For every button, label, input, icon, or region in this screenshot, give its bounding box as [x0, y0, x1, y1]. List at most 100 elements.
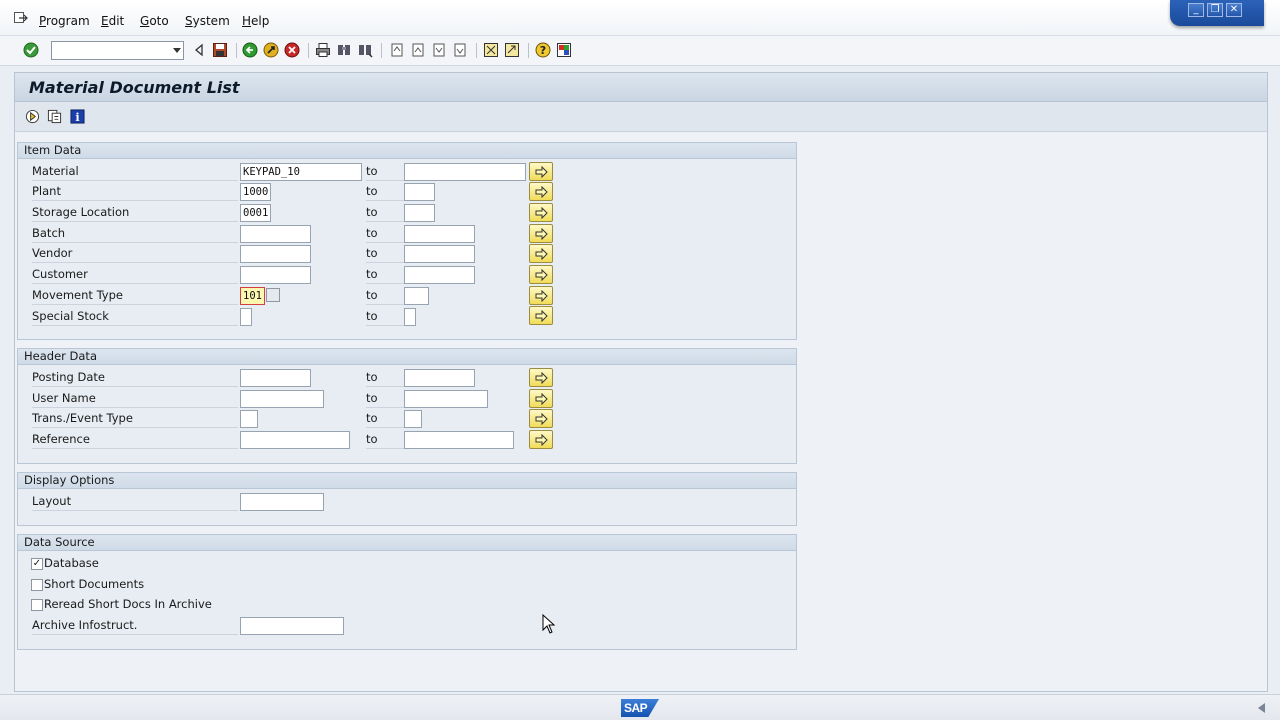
sap-logo: SAP [621, 699, 659, 717]
first-page-icon[interactable] [389, 42, 405, 58]
arrow-right-icon [535, 186, 548, 198]
customize-layout-icon[interactable] [556, 42, 572, 58]
posting-date-from-input[interactable] [240, 369, 311, 387]
short-documents-checkbox[interactable] [31, 579, 43, 591]
plant-from-input[interactable]: 1000 [240, 183, 271, 201]
back-icon[interactable] [242, 42, 258, 58]
trans-event-type-to-input[interactable] [404, 410, 422, 428]
material-to-input[interactable] [404, 163, 526, 181]
shortcut-icon[interactable] [504, 42, 520, 58]
multiple-selection-button[interactable] [529, 224, 553, 243]
minimize-button[interactable]: _ [1188, 3, 1204, 17]
multiple-selection-button[interactable] [529, 244, 553, 263]
multiple-selection-button[interactable] [529, 265, 553, 284]
status-bar: SAP [0, 694, 1280, 720]
storage-location-label: Storage Location [32, 204, 238, 222]
archive-infostruct-input[interactable] [240, 617, 344, 635]
page-title: Material Document List [29, 78, 240, 97]
status-expand-icon[interactable] [1258, 703, 1265, 713]
menu-goto[interactable]: Goto [140, 14, 169, 28]
storage-location-from-input[interactable]: 0001 [240, 204, 271, 222]
menu-system[interactable]: System [185, 14, 230, 28]
menu-icon[interactable] [14, 12, 28, 24]
menu-bar: Program Edit Goto System Help _ ❐ ✕ [0, 0, 1280, 36]
last-page-icon[interactable] [452, 42, 468, 58]
movement-type-from-input[interactable]: 101 [240, 287, 265, 305]
multiple-selection-button[interactable] [529, 368, 553, 387]
arrow-right-icon [535, 393, 548, 405]
user-name-from-input[interactable] [240, 390, 324, 408]
restore-button[interactable]: ❐ [1207, 3, 1223, 17]
multiple-selection-button[interactable] [529, 162, 553, 181]
customer-from-input[interactable] [240, 266, 311, 284]
toolbar-separator [236, 43, 237, 58]
close-button[interactable]: ✕ [1226, 3, 1242, 17]
material-from-input[interactable]: KEYPAD_10 [240, 163, 362, 181]
multiple-selection-button[interactable] [529, 286, 553, 305]
multiple-selection-button[interactable] [529, 409, 553, 428]
save-icon[interactable] [212, 42, 228, 58]
svg-text:?: ? [540, 44, 546, 57]
to-label: to [366, 431, 404, 449]
layout-input[interactable] [240, 493, 324, 511]
reference-from-input[interactable] [240, 431, 350, 449]
batch-label: Batch [32, 225, 238, 243]
value-help-icon[interactable] [266, 288, 280, 302]
database-checkbox[interactable]: ✓ [31, 558, 43, 570]
vendor-label: Vendor [32, 245, 238, 263]
movement-type-label: Movement Type [32, 287, 238, 305]
chevron-down-icon[interactable] [173, 48, 181, 53]
special-stock-to-input[interactable] [404, 308, 416, 326]
customer-to-input[interactable] [404, 266, 475, 284]
multiple-selection-button[interactable] [529, 389, 553, 408]
batch-to-input[interactable] [404, 225, 475, 243]
to-label: to [366, 308, 404, 326]
to-label: to [366, 369, 404, 387]
special-stock-from-input[interactable] [240, 308, 252, 326]
menu-edit[interactable]: Edit [101, 14, 124, 28]
multiple-selection-button[interactable] [529, 182, 553, 201]
multiple-selection-button[interactable] [529, 306, 553, 325]
movement-type-to-input[interactable] [404, 287, 429, 305]
multiple-selection-button[interactable] [529, 203, 553, 222]
posting-date-to-input[interactable] [404, 369, 475, 387]
command-field[interactable] [51, 41, 184, 60]
cancel-icon[interactable] [284, 42, 300, 58]
to-label: to [366, 245, 404, 263]
create-session-icon[interactable] [483, 42, 499, 58]
print-icon[interactable] [315, 42, 331, 58]
get-variant-icon[interactable] [47, 109, 62, 124]
next-page-icon[interactable] [431, 42, 447, 58]
vendor-from-input[interactable] [240, 245, 311, 263]
enter-checkmark-icon[interactable] [23, 42, 39, 58]
reread-archive-label: Reread Short Docs In Archive [44, 597, 212, 611]
menu-program[interactable]: Program [39, 14, 90, 28]
plant-label: Plant [32, 183, 238, 201]
to-label: to [366, 183, 404, 201]
user-name-to-input[interactable] [404, 390, 488, 408]
plant-to-input[interactable] [404, 183, 435, 201]
previous-page-icon[interactable] [410, 42, 426, 58]
reference-to-input[interactable] [404, 431, 514, 449]
find-icon[interactable] [336, 42, 352, 58]
info-icon[interactable]: i [70, 109, 85, 124]
help-icon[interactable]: ? [535, 42, 551, 58]
arrow-right-icon [535, 207, 548, 219]
to-label: to [366, 410, 404, 428]
batch-from-input[interactable] [240, 225, 311, 243]
arrow-right-icon [535, 228, 548, 240]
exit-icon[interactable] [263, 42, 279, 58]
find-next-icon[interactable] [357, 42, 373, 58]
vendor-to-input[interactable] [404, 245, 475, 263]
archive-infostruct-label: Archive Infostruct. [32, 617, 238, 635]
menu-help[interactable]: Help [242, 14, 269, 28]
execute-icon[interactable] [25, 109, 40, 124]
triangle-left-icon[interactable] [191, 42, 207, 58]
user-name-label: User Name [32, 390, 238, 408]
posting-date-label: Posting Date [32, 369, 238, 387]
toolbar-separator [476, 43, 477, 58]
trans-event-type-from-input[interactable] [240, 410, 258, 428]
reread-archive-checkbox[interactable] [31, 599, 43, 611]
multiple-selection-button[interactable] [529, 430, 553, 449]
storage-location-to-input[interactable] [404, 204, 435, 222]
